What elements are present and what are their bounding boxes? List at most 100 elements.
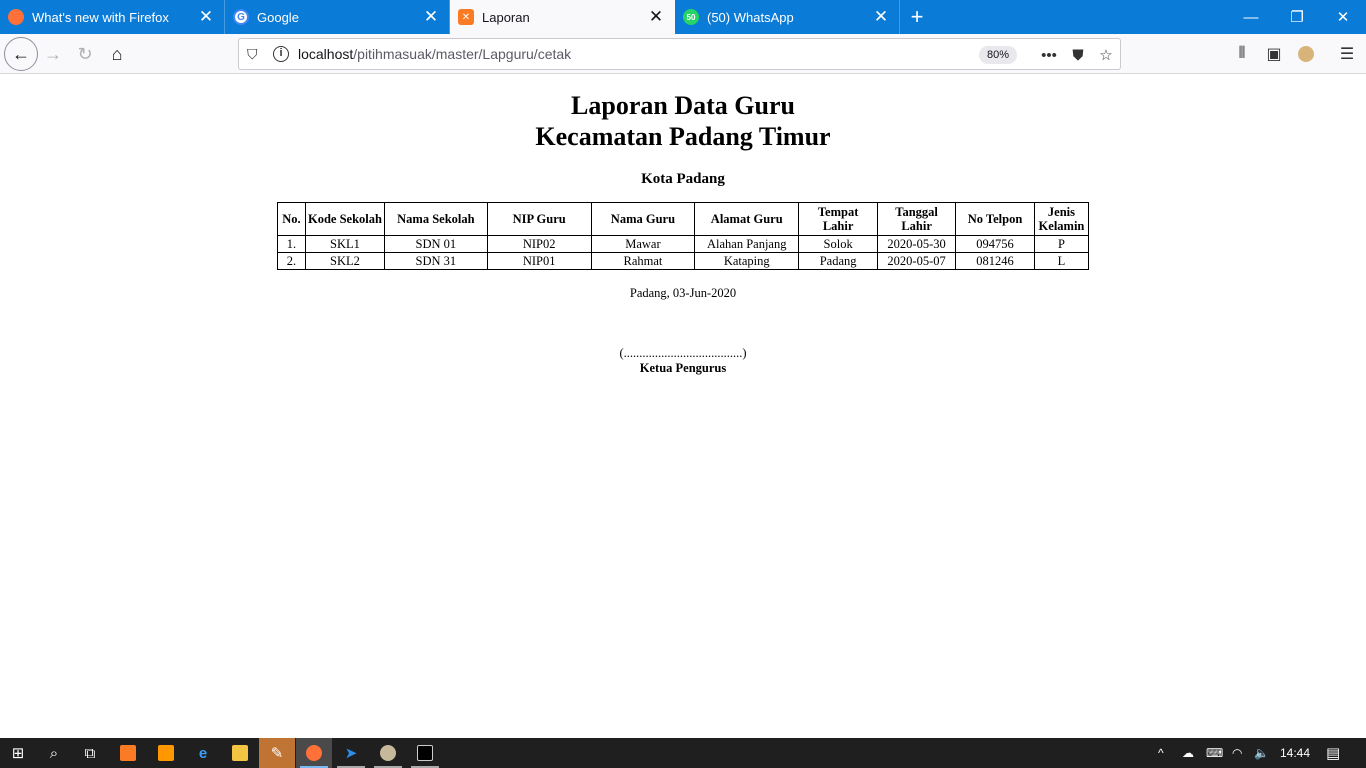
tab-laporan[interactable]: ✕ Laporan ✕ [450,0,675,34]
col-header: NIP Guru [486,202,592,236]
close-icon[interactable]: ✕ [419,5,443,29]
tool-icon[interactable]: ✎ [259,738,295,768]
cell: 1. [277,235,306,253]
tab-title: (50) WhatsApp [707,9,794,25]
task-view-icon[interactable]: ⧉ [72,738,108,768]
close-icon[interactable]: ✕ [194,5,218,29]
tab-google[interactable]: G Google ✕ [225,0,450,34]
cell: Kataping [694,252,800,270]
clock[interactable]: 14:44 [1280,738,1310,768]
col-header: Tempat Lahir [798,202,879,236]
bookmark-star-icon[interactable]: ☆ [1095,44,1117,66]
tab-title: Laporan [482,9,530,25]
cell: 2020-05-07 [877,252,957,270]
volume-icon[interactable]: 🔈 [1254,738,1269,768]
cell: SKL2 [304,252,385,270]
firefox-icon[interactable] [296,738,332,768]
col-header: Jenis Kelamin [1033,202,1090,236]
report-subtitle: Kota Padang [641,171,725,187]
firefox-icon [8,9,24,25]
restore-button[interactable]: ❐ [1274,0,1320,34]
cell: NIP02 [486,235,592,253]
pocket-icon[interactable]: ⛊ [1067,44,1089,66]
search-icon[interactable]: ⌕ [36,738,72,768]
navigation-toolbar: ← → ↻ ⌂ ⛉ i localhost/pitihmasuak/master… [0,34,1366,74]
report-title-line2: Kecamatan Padang Timur [535,122,831,151]
signer-title: Ketua Pengurus [639,361,727,375]
sublime-icon[interactable] [148,738,184,768]
cell: SDN 31 [383,252,488,270]
cell: NIP01 [486,252,592,270]
place-date: Padang, 03-Jun-2020 [629,286,737,300]
close-icon[interactable]: ✕ [644,5,668,29]
reload-button[interactable]: ↻ [70,39,100,69]
avatar[interactable] [1294,42,1318,66]
teacher-table: No. Kode Sekolah Nama Sekolah NIP Guru N… [277,202,1090,270]
paint-icon[interactable] [370,738,406,768]
forward-button[interactable]: → [38,39,68,69]
col-header: Tanggal Lahir [877,202,957,236]
col-header: Kode Sekolah [304,202,385,236]
minimize-button[interactable]: — [1228,0,1274,34]
cmd-icon[interactable] [407,738,443,768]
col-header: Nama Guru [590,202,696,236]
cell: 2020-05-30 [877,235,957,253]
page-content: Laporan Data Guru Kecamatan Padang Timur… [0,74,1366,738]
cell: Rahmat [590,252,696,270]
tab-firefox-whatsnew[interactable]: What's new with Firefox ✕ [0,0,225,34]
cell: Mawar [590,235,696,253]
url-path: /pitihmasuak/master/Lapguru/cetak [353,46,572,62]
notification-icon[interactable]: ▤ [1326,738,1340,768]
whatsapp-icon: 50 [683,9,699,25]
url-text[interactable]: localhost/pitihmasuak/master/Lapguru/cet… [298,46,571,62]
signature-line: (......................................) [619,346,747,360]
page-actions-icon[interactable]: ••• [1038,44,1060,66]
tab-whatsapp[interactable]: 50 (50) WhatsApp ✕ [675,0,900,34]
cell: SKL1 [304,235,385,253]
url-host: localhost [298,46,354,62]
cell: Solok [798,235,879,253]
cell: Padang [798,252,879,270]
table-header-row: No. Kode Sekolah Nama Sekolah NIP Guru N… [277,202,1090,236]
report-title-line1: Laporan Data Guru [571,91,795,120]
onedrive-icon[interactable]: ☁ [1182,738,1194,768]
vscode-icon[interactable]: ➤ [333,738,369,768]
library-icon[interactable]: ⫴ [1230,42,1254,66]
table-row: 1. SKL1 SDN 01 NIP02 Mawar Alahan Panjan… [277,235,1090,253]
input-method-icon[interactable]: ⌨ [1206,738,1223,768]
cell: 094756 [955,235,1035,253]
cell: Alahan Panjang [694,235,800,253]
edge-icon[interactable]: e [185,738,221,768]
xampp-icon: ✕ [458,9,474,25]
wifi-icon[interactable]: ◠ [1232,738,1242,768]
close-icon[interactable]: ✕ [869,5,893,29]
cell: 2. [277,252,306,270]
tab-bar: What's new with Firefox ✕ G Google ✕ ✕ L… [0,0,1366,34]
table-row: 2. SKL2 SDN 31 NIP01 Rahmat Kataping Pad… [277,252,1090,270]
menu-icon[interactable]: ☰ [1335,42,1359,66]
start-icon[interactable]: ⊞ [0,738,36,768]
col-header: Nama Sekolah [383,202,488,236]
address-bar[interactable]: ⛉ i localhost/pitihmasuak/master/Lapguru… [238,38,1121,70]
col-header: No. [277,202,306,236]
home-button[interactable]: ⌂ [102,39,132,69]
xampp-icon[interactable] [110,738,146,768]
shield-icon[interactable]: ⛉ [247,46,258,63]
cell: L [1033,252,1090,270]
cell: 081246 [955,252,1035,270]
google-icon: G [233,9,249,25]
file-explorer-icon[interactable] [222,738,258,768]
col-header: No Telpon [955,202,1035,236]
close-window-button[interactable]: ✕ [1320,0,1366,34]
new-tab-button[interactable]: + [900,0,934,34]
sidebar-icon[interactable]: ▣ [1262,42,1286,66]
back-button[interactable]: ← [4,37,38,71]
tab-title: What's new with Firefox [32,9,169,25]
cell: SDN 01 [383,235,488,253]
zoom-indicator[interactable]: 80% [979,46,1018,64]
tab-title: Google [257,9,299,25]
cell: P [1033,235,1090,253]
windows-taskbar: ⊞ ⌕ ⧉ e ✎ ➤ ^ ☁ ⌨ ◠ 🔈 14:44 ▤ [0,738,1366,768]
show-hidden-icons-icon[interactable]: ^ [1158,738,1164,768]
info-icon[interactable]: i [273,46,289,62]
